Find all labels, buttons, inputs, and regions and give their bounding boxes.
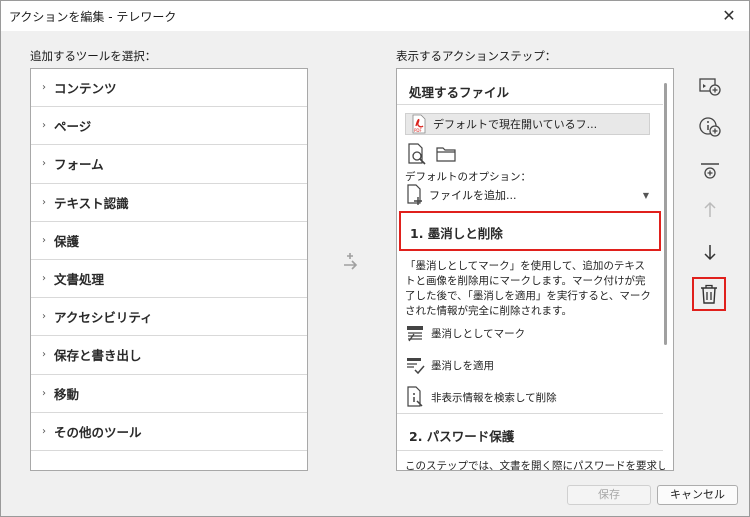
chevron-right-icon: › bbox=[42, 349, 46, 361]
add-separator-icon[interactable] bbox=[699, 161, 721, 183]
category-content[interactable]: › コンテンツ bbox=[31, 69, 307, 108]
step1-title: 1. 墨消しと削除 bbox=[410, 226, 503, 241]
tool-category-list: › コンテンツ › ページ › フォーム › テキスト認識 › 保護 › 文書処理 › アクセ… bbox=[30, 68, 308, 471]
file-item-label: デフォルトで現在開いているフ... bbox=[433, 118, 598, 131]
chevron-right-icon: › bbox=[42, 82, 46, 94]
steps-label: 表示するアクションステップ： bbox=[396, 49, 557, 63]
add-to-steps-icon[interactable] bbox=[341, 251, 365, 273]
chevron-down-icon: ▼ bbox=[642, 190, 649, 200]
apply-redaction-icon bbox=[407, 358, 425, 375]
move-down-icon[interactable] bbox=[699, 241, 721, 263]
step-redact-delete[interactable]: 1. 墨消しと削除 bbox=[399, 211, 661, 251]
file-inspect-icon[interactable] bbox=[406, 143, 428, 165]
edit-action-dialog: アクションを編集 - テレワーク ✕ 追加するツールを選択： › コンテンツ › ペ… bbox=[0, 0, 750, 517]
hidden-info-icon bbox=[407, 386, 423, 407]
category-forms[interactable]: › フォーム bbox=[31, 145, 307, 184]
action-remove-hidden-info[interactable]: 非表示情報を検索して削除 bbox=[405, 385, 557, 409]
action-apply-redaction[interactable]: 墨消しを適用 bbox=[405, 353, 494, 377]
divider bbox=[397, 104, 663, 105]
chevron-right-icon: › bbox=[42, 120, 46, 132]
category-accessibility[interactable]: › アクセシビリティ bbox=[31, 298, 307, 337]
divider bbox=[397, 450, 663, 451]
category-more-tools[interactable]: › その他のツール bbox=[31, 413, 307, 451]
divider bbox=[397, 413, 663, 414]
chevron-right-icon: › bbox=[42, 311, 46, 323]
add-file-dropdown[interactable]: ファイルを追加... ▼ bbox=[405, 183, 655, 207]
category-pages[interactable]: › ページ bbox=[31, 107, 307, 146]
action-mark-redaction[interactable]: 墨消しとしてマーク bbox=[405, 321, 525, 345]
folder-icon[interactable] bbox=[435, 143, 457, 165]
delete-icon[interactable] bbox=[698, 283, 720, 305]
scrollbar[interactable] bbox=[664, 83, 667, 345]
category-save-export[interactable]: › 保存と書き出し bbox=[31, 336, 307, 375]
chevron-right-icon: › bbox=[42, 273, 46, 285]
chevron-right-icon: › bbox=[42, 158, 46, 170]
files-section-title: 処理するファイル bbox=[409, 85, 510, 100]
add-instruction-icon[interactable] bbox=[699, 116, 721, 138]
tools-label: 追加するツールを選択： bbox=[30, 49, 157, 63]
svg-text:PDF: PDF bbox=[414, 128, 422, 133]
mark-redaction-icon bbox=[407, 326, 423, 342]
category-text-recognition[interactable]: › テキスト認識 bbox=[31, 184, 307, 222]
add-file-label: ファイルを追加... bbox=[429, 189, 517, 202]
action-steps-list: 処理するファイル PDF デフォルトで現在開いているフ... デフォルトのオプシ… bbox=[396, 68, 674, 471]
step2-title[interactable]: 2. パスワード保護 bbox=[409, 426, 514, 445]
add-step-icon[interactable] bbox=[699, 75, 721, 97]
save-button[interactable]: 保存 bbox=[567, 485, 651, 505]
move-up-icon[interactable] bbox=[699, 199, 721, 221]
step2-description: このステップでは、文書を開く際にパスワードを要求した bbox=[405, 460, 665, 471]
file-list-item[interactable]: PDF デフォルトで現在開いているフ... bbox=[405, 113, 650, 135]
chevron-right-icon: › bbox=[42, 234, 46, 246]
default-options-label: デフォルトのオプション： bbox=[405, 171, 531, 183]
cancel-button[interactable]: キャンセル bbox=[657, 485, 738, 505]
close-button[interactable]: ✕ bbox=[719, 6, 739, 26]
pdf-file-icon: PDF bbox=[412, 114, 426, 134]
step1-description: 「墨消しとしてマーク」を使用して、追加のテキストと画像を削除用にマークします。マ… bbox=[405, 260, 651, 317]
window-title: アクションを編集 - テレワーク bbox=[9, 10, 177, 24]
chevron-right-icon: › bbox=[42, 425, 46, 437]
category-document-processing[interactable]: › 文書処理 bbox=[31, 260, 307, 299]
chevron-right-icon: › bbox=[42, 196, 46, 208]
add-file-icon bbox=[407, 184, 422, 205]
chevron-right-icon: › bbox=[42, 387, 46, 399]
category-move[interactable]: › 移動 bbox=[31, 375, 307, 413]
title-bar: アクションを編集 - テレワーク ✕ bbox=[1, 1, 749, 31]
category-protect[interactable]: › 保護 bbox=[31, 222, 307, 260]
